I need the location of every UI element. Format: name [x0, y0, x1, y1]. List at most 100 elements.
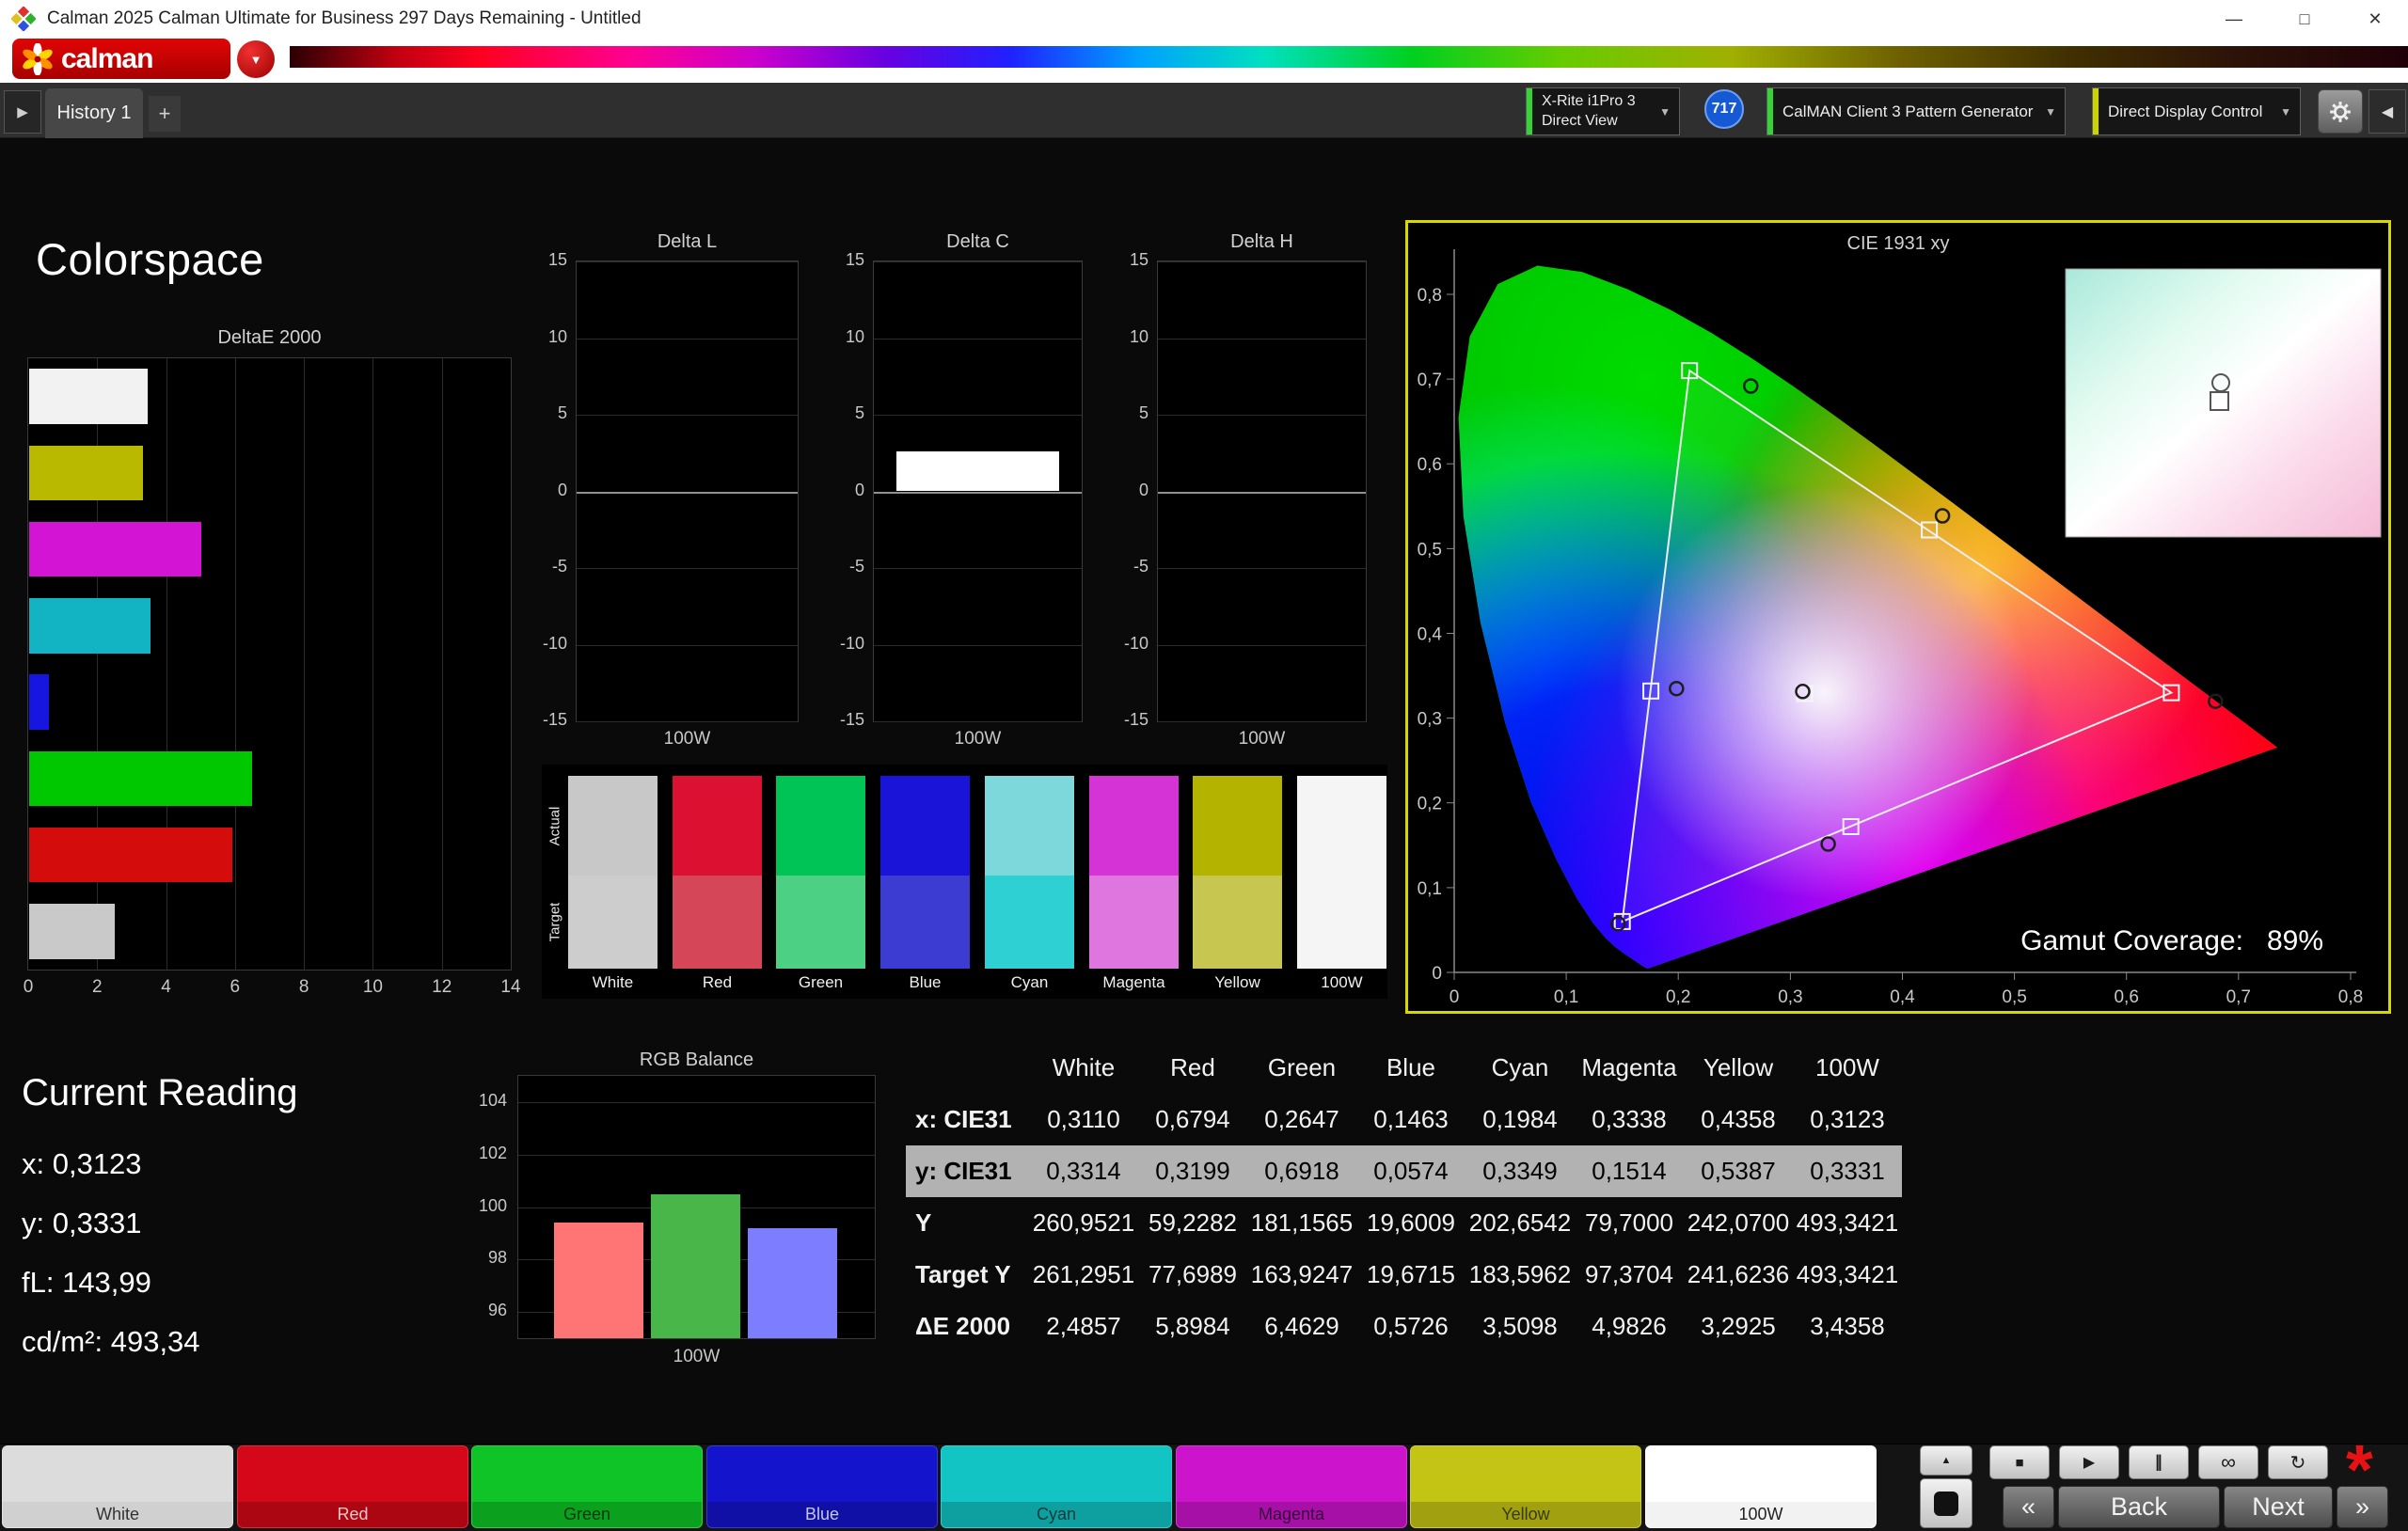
- maximize-button[interactable]: □: [2272, 0, 2337, 38]
- pattern-button-cyan[interactable]: Cyan: [941, 1445, 1172, 1528]
- pattern-generator-dropdown[interactable]: CalMAN Client 3 Pattern Generator ▼: [1766, 87, 2066, 135]
- display-control-dropdown[interactable]: Direct Display Control ▼: [2092, 87, 2301, 135]
- table-cell: 0,1514: [1592, 1157, 1667, 1185]
- refresh-icon: ↻: [2289, 1452, 2306, 1474]
- table-cell: 3,5098: [1482, 1312, 1558, 1340]
- add-tab-button[interactable]: +: [149, 96, 181, 132]
- gridline: [577, 644, 798, 646]
- pattern-button-magenta[interactable]: Magenta: [1176, 1445, 1407, 1528]
- swatch-column-label: White: [592, 973, 634, 991]
- stop-button[interactable]: ■: [1989, 1445, 2050, 1479]
- table-cell: 261,2951: [1032, 1260, 1135, 1288]
- table-row[interactable]: ΔE 2000 2,4857 5,8984 6,4629 0,5726 3,5098 4,9…: [906, 1301, 1902, 1352]
- swatch-column-label: Yellow: [1214, 973, 1260, 991]
- swatch-target-green: [776, 876, 865, 969]
- scroll-up-button[interactable]: ▲: [1920, 1445, 1972, 1476]
- y-axis-label: 15: [845, 250, 864, 269]
- y-axis-label: 98: [487, 1248, 507, 1268]
- delta-l-chart[interactable]: 15 10 5 0 -5 -10 -15: [543, 250, 799, 729]
- table-cell: 0,4358: [1701, 1105, 1776, 1133]
- table-row[interactable]: y: CIE31 0,3314 0,3199 0,6918 0,0574 0,3349 0,…: [906, 1145, 1902, 1197]
- refresh-button[interactable]: ↻: [2268, 1445, 2328, 1479]
- swatch-target-yellow: [1193, 876, 1282, 969]
- delta-h-chart[interactable]: 15 10 5 0 -5 -10 -15: [1124, 250, 1367, 729]
- swatch-row-label-target: Target: [547, 902, 563, 942]
- svg-text:0,6: 0,6: [2114, 987, 2138, 1007]
- svg-text:0,5: 0,5: [2002, 987, 2026, 1007]
- deltae-bar-green: [29, 750, 252, 807]
- gamut-coverage-label: Gamut Coverage:: [2020, 925, 2243, 956]
- y-axis-label: 100: [478, 1195, 507, 1215]
- gridline: [441, 358, 443, 970]
- close-button[interactable]: ✕: [2342, 0, 2408, 38]
- swatch-column-label: Cyan: [1010, 973, 1049, 991]
- table-cell: 183,5962: [1468, 1260, 1572, 1288]
- pattern-label: Cyan: [1036, 1505, 1077, 1523]
- table-cell: 260,9521: [1032, 1208, 1135, 1237]
- y-axis-label: -15: [839, 710, 864, 729]
- table-cell: 0,3199: [1155, 1157, 1230, 1185]
- delta-h-title: Delta H: [1230, 231, 1293, 252]
- history-next-button[interactable]: »: [2337, 1486, 2388, 1528]
- table-cell: 0,6794: [1155, 1105, 1230, 1133]
- history-prev-button[interactable]: «: [2003, 1486, 2054, 1528]
- pattern-button-100w[interactable]: 100W: [1645, 1445, 1877, 1528]
- reading-line: x: 0,3123: [22, 1147, 142, 1180]
- gridline: [1158, 644, 1366, 646]
- table-cell: 5,8984: [1155, 1312, 1230, 1340]
- expand-history-button[interactable]: ▶: [4, 90, 41, 134]
- pattern-button-yellow[interactable]: Yellow: [1410, 1445, 1641, 1528]
- x-axis-label: 2: [91, 977, 103, 997]
- play-button[interactable]: ▶: [2059, 1445, 2119, 1479]
- play-icon: ▶: [17, 104, 28, 120]
- pause-button[interactable]: ∥: [2129, 1445, 2189, 1479]
- meter-status-bar: [1527, 88, 1532, 134]
- settings-button[interactable]: [2318, 89, 2363, 134]
- pattern-button-green[interactable]: Green: [471, 1445, 703, 1528]
- cie-1931-diagram[interactable]: 0 0,1 0,2 0,3 0,4 0,5 0,6 0,7 0,8 0 0,1 0,2 0,3 0,4 0,…: [1408, 223, 2388, 1011]
- continuous-read-button[interactable]: ∞: [2198, 1445, 2258, 1479]
- table-row-label: y: CIE31: [915, 1157, 1012, 1185]
- gridline: [874, 491, 1082, 494]
- reading-line: fL: 143,99: [22, 1266, 151, 1299]
- pattern-label: Yellow: [1501, 1505, 1550, 1523]
- table-row[interactable]: Target Y 261,2951 77,6989 163,9247 19,6715 18…: [906, 1249, 1902, 1301]
- gridline: [874, 261, 1082, 262]
- rgb-balance-chart[interactable]: 96 98 100 102 104: [479, 1075, 876, 1339]
- swatch-target-cyan: [985, 876, 1074, 969]
- meter-reading-badge: 717: [1704, 89, 1744, 129]
- logo-menu-button[interactable]: ▼: [237, 40, 275, 78]
- deltae2000-chart[interactable]: 0 2 4 6 8 10 12 14: [24, 357, 521, 997]
- collapse-panel-button[interactable]: ◀: [2368, 89, 2406, 134]
- close-icon: ✕: [2368, 8, 2383, 28]
- page-title: Colorspace: [36, 234, 264, 284]
- current-reading-title: Current Reading: [22, 1072, 298, 1113]
- swatch-column-label: Green: [798, 973, 844, 991]
- chevron-down-icon: ▼: [2045, 104, 2056, 118]
- tab-history-1[interactable]: History 1: [45, 88, 143, 138]
- rgb-bar-red: [554, 1223, 643, 1338]
- table-row[interactable]: x: CIE31 0,3110 0,6794 0,2647 0,1463 0,1984 0,…: [906, 1094, 1902, 1145]
- pause-icon: ∥: [2154, 1453, 2163, 1471]
- svg-text:0: 0: [1432, 964, 1442, 984]
- minimize-button[interactable]: —: [2201, 0, 2267, 38]
- delta-c-chart[interactable]: 15 10 5 0 -5 -10 -15: [840, 250, 1083, 729]
- back-button[interactable]: Back: [2058, 1486, 2220, 1528]
- swatch-target-white: [568, 876, 657, 969]
- pattern-window-button[interactable]: [1920, 1478, 1972, 1528]
- app-icon: [11, 7, 36, 31]
- table-row[interactable]: Y 260,9521 59,2282 181,1565 19,6009 202,6542 7…: [906, 1197, 1902, 1249]
- table-cell: 0,3331: [1810, 1157, 1885, 1185]
- gridline: [874, 644, 1082, 646]
- meter-dropdown[interactable]: X-Rite i1Pro 3 Direct View ▼: [1526, 87, 1680, 135]
- gridline: [874, 568, 1082, 569]
- plus-icon: +: [158, 102, 171, 125]
- y-axis-label: 10: [547, 326, 567, 346]
- pattern-button-red[interactable]: Red: [237, 1445, 468, 1528]
- gridline: [1158, 261, 1366, 262]
- svg-text:0,8: 0,8: [2338, 987, 2363, 1007]
- y-axis-label: 0: [1138, 480, 1149, 499]
- next-button[interactable]: Next: [2224, 1486, 2333, 1528]
- pattern-button-blue[interactable]: Blue: [706, 1445, 938, 1528]
- pattern-button-white[interactable]: White: [2, 1445, 233, 1528]
